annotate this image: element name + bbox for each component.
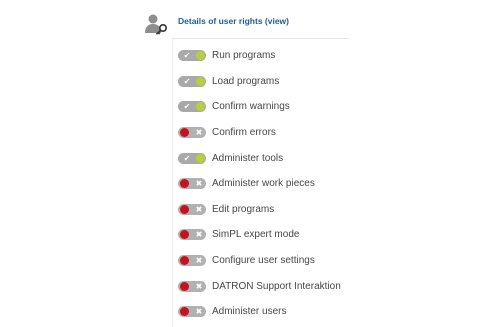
user-right-row: ✖ DATRON Support Interaktion — [178, 273, 341, 299]
toggle-knob — [180, 281, 189, 291]
user-right-row: ✖ Confirm errors — [178, 120, 341, 146]
x-icon: ✖ — [195, 256, 203, 266]
user-right-label: Administer work pieces — [212, 178, 315, 190]
checkmark-icon: ✔ — [183, 153, 191, 163]
user-right-label: Administer tools — [212, 152, 284, 164]
toggle-switch-on[interactable]: ✔ — [178, 75, 206, 87]
toggle-switch-on[interactable]: ✔ — [178, 101, 206, 113]
x-icon: ✖ — [195, 179, 203, 189]
checkmark-icon: ✔ — [183, 102, 191, 112]
toggle-switch-off[interactable]: ✖ — [178, 178, 206, 190]
x-icon: ✖ — [195, 307, 203, 317]
toggle-knob — [196, 51, 205, 61]
x-icon: ✖ — [195, 128, 203, 138]
toggle-knob — [180, 179, 189, 189]
user-right-label: SimPL expert mode — [212, 229, 300, 241]
toggle-switch-off[interactable]: ✖ — [178, 229, 206, 241]
toggle-knob — [180, 307, 189, 317]
page-title: Details of user rights (view) — [178, 16, 289, 26]
toggle-knob — [180, 230, 189, 240]
toggle-switch-off[interactable]: ✖ — [178, 127, 206, 139]
toggle-knob — [196, 76, 205, 86]
user-right-label: Confirm errors — [212, 127, 276, 139]
list-divider — [172, 38, 173, 327]
user-right-row: ✖ Administer work pieces — [178, 171, 341, 197]
user-right-label: Confirm warnings — [212, 101, 290, 113]
user-right-label: Run programs — [212, 50, 276, 62]
checkmark-icon: ✔ — [183, 51, 191, 61]
x-icon: ✖ — [195, 204, 203, 214]
x-icon: ✖ — [195, 230, 203, 240]
user-right-row: ✔ Run programs — [178, 43, 341, 69]
user-right-label: DATRON Support Interaktion — [212, 280, 341, 292]
toggle-switch-off[interactable]: ✖ — [178, 203, 206, 215]
x-icon: ✖ — [195, 281, 203, 291]
header-divider — [172, 38, 349, 39]
toggle-switch-off[interactable]: ✖ — [178, 306, 206, 318]
toggle-knob — [180, 128, 189, 138]
toggle-switch-on[interactable]: ✔ — [178, 152, 206, 164]
user-key-icon — [145, 14, 168, 35]
user-right-row: ✔ Confirm warnings — [178, 94, 341, 120]
user-right-row: ✔ Administer tools — [178, 145, 341, 171]
user-rights-list: ✔ Run programs ✔ Load programs ✔ Confirm warn… — [178, 43, 341, 325]
toggle-switch-on[interactable]: ✔ — [178, 50, 206, 62]
toggle-knob — [196, 153, 205, 163]
user-right-row: ✖ SimPL expert mode — [178, 222, 341, 248]
toggle-knob — [196, 102, 205, 112]
toggle-switch-off[interactable]: ✖ — [178, 280, 206, 292]
toggle-switch-off[interactable]: ✖ — [178, 255, 206, 267]
user-right-row: ✖ Administer users — [178, 299, 341, 325]
user-right-label: Configure user settings — [212, 255, 315, 267]
user-right-label: Load programs — [212, 75, 280, 87]
user-right-row: ✖ Configure user settings — [178, 248, 341, 274]
user-right-label: Edit programs — [212, 203, 275, 215]
user-right-row: ✖ Edit programs — [178, 197, 341, 223]
toggle-knob — [180, 256, 189, 266]
toggle-knob — [180, 204, 189, 214]
checkmark-icon: ✔ — [183, 76, 191, 86]
user-right-row: ✔ Load programs — [178, 69, 341, 95]
user-right-label: Administer users — [212, 306, 287, 318]
